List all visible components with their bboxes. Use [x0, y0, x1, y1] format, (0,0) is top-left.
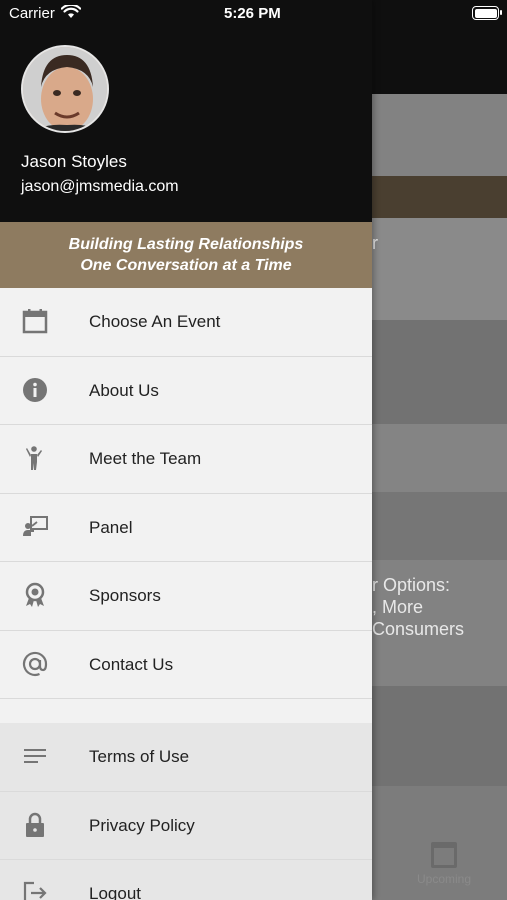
menu-item-label: About Us: [89, 380, 159, 400]
person-waving-icon: [26, 446, 42, 470]
avatar[interactable]: [21, 45, 109, 133]
menu-item-label: Panel: [89, 517, 133, 537]
menu-item-about-us[interactable]: About Us: [0, 356, 372, 425]
tagline-banner: Building Lasting Relationships One Conve…: [0, 222, 372, 288]
lines-icon: [24, 749, 46, 763]
menu-spacer: [0, 699, 372, 723]
logout-icon: [23, 881, 47, 900]
background-text: Consumers: [372, 619, 465, 639]
tagline-line-1: Building Lasting Relationships: [68, 236, 304, 253]
menu-item-choose-event[interactable]: Choose An Event: [0, 288, 372, 357]
menu-item-terms[interactable]: Terms of Use: [0, 723, 372, 792]
tab-upcoming-label: Upcoming: [416, 872, 472, 886]
tab-upcoming[interactable]: Upcoming: [404, 842, 484, 886]
award-ribbon-icon: [25, 582, 45, 607]
lock-icon: [26, 812, 44, 837]
menu-item-label: Logout: [89, 884, 141, 900]
profile-photo: [23, 47, 107, 131]
at-sign-icon: [22, 651, 48, 676]
background-text: r Options:: [372, 575, 451, 595]
menu-item-label: Choose An Event: [89, 312, 221, 331]
menu-item-contact-us[interactable]: Contact Us: [0, 630, 372, 699]
menu-item-panel[interactable]: Panel: [0, 493, 372, 562]
calendar-icon: [22, 309, 48, 334]
drawer-header: Jason Stoyles jason@jmsmedia.com: [0, 0, 372, 222]
status-bar: Carrier 5:26 PM: [0, 0, 507, 28]
menu-item-label: Contact Us: [89, 654, 174, 674]
background-text: r: [372, 233, 378, 253]
menu-item-label: Meet the Team: [89, 449, 202, 468]
calendar-icon: [431, 842, 457, 868]
menu-item-label: Sponsors: [89, 586, 161, 605]
wifi-icon: [61, 5, 81, 18]
background-text: , More: [372, 597, 424, 617]
battery-icon: [472, 6, 502, 20]
menu-item-sponsors[interactable]: Sponsors: [0, 562, 372, 631]
menu-item-label: Privacy Policy: [89, 815, 195, 835]
user-name: Jason Stoyles: [21, 152, 127, 171]
user-email: jason@jmsmedia.com: [21, 178, 179, 195]
tagline-line-2: One Conversation at a Time: [80, 257, 292, 274]
info-icon: [23, 377, 47, 402]
menu-item-label: Terms of Use: [89, 747, 190, 766]
carrier-label: Carrier: [9, 5, 55, 22]
presenter-icon: [23, 515, 48, 536]
menu-item-logout[interactable]: Logout: [0, 860, 372, 900]
menu-item-privacy[interactable]: Privacy Policy: [0, 791, 372, 860]
navigation-drawer: Jason Stoyles jason@jmsmedia.com Buildin…: [0, 0, 372, 900]
clock: 5:26 PM: [224, 5, 281, 22]
menu-item-meet-team[interactable]: Meet the Team: [0, 425, 372, 494]
drawer-menu: Choose An Event About Us Meet the Team P…: [0, 288, 372, 900]
